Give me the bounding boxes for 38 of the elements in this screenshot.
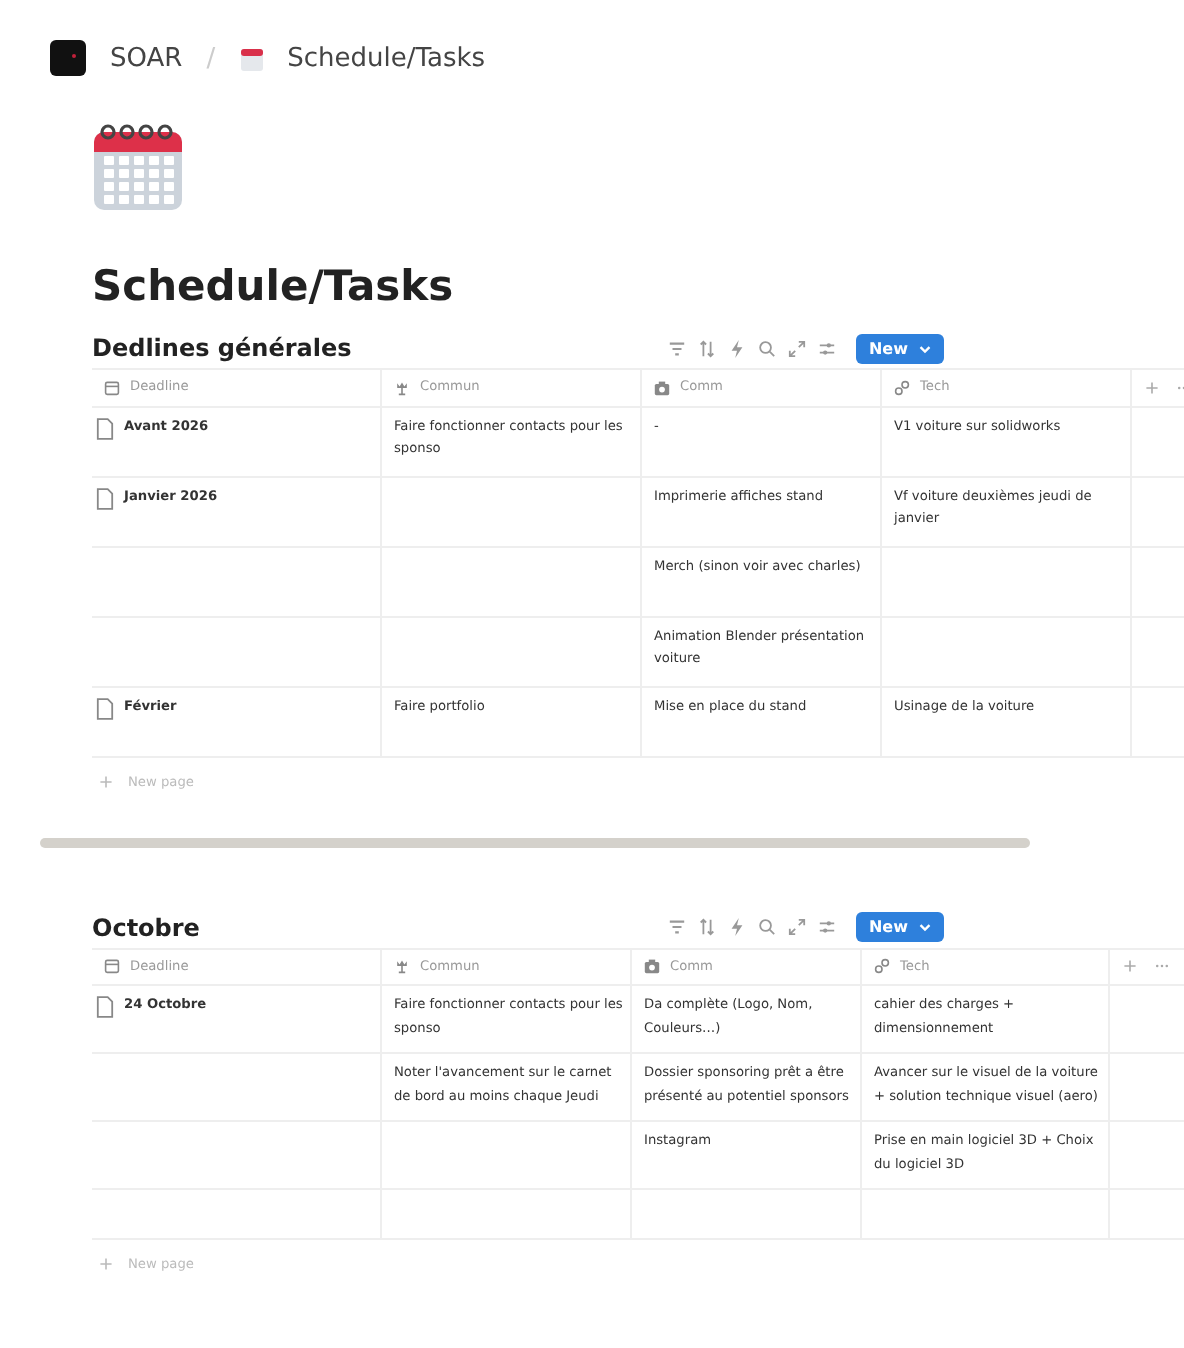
plus-icon xyxy=(98,773,114,789)
calendar-icon xyxy=(239,45,264,71)
calendar-icon xyxy=(104,379,120,396)
workspace-logo-icon xyxy=(50,40,86,76)
database-title: Dedlines générales xyxy=(92,334,352,362)
add-column-icon[interactable] xyxy=(1144,379,1160,396)
search-icon[interactable] xyxy=(758,918,777,936)
page-icon xyxy=(96,697,114,719)
sort-icon[interactable] xyxy=(698,918,717,936)
circles-icon xyxy=(874,958,890,975)
settings-icon[interactable] xyxy=(818,918,837,936)
settings-icon[interactable] xyxy=(818,339,837,357)
filter-icon[interactable] xyxy=(668,339,687,357)
breadcrumb-separator: / xyxy=(206,43,216,73)
expand-icon[interactable] xyxy=(788,339,807,357)
page-icon xyxy=(96,487,114,509)
camera-icon xyxy=(654,379,670,396)
new-button[interactable]: New xyxy=(856,333,944,363)
page-title: Schedule/Tasks xyxy=(92,260,456,312)
scrollbar[interactable] xyxy=(40,837,1030,847)
sort-icon[interactable] xyxy=(698,339,717,357)
lightning-icon[interactable] xyxy=(728,918,747,936)
plus-icon xyxy=(98,1256,114,1272)
breadcrumb-link[interactable]: Schedule/Tasks xyxy=(287,43,486,73)
filter-icon[interactable] xyxy=(668,918,687,936)
breadcrumb-link[interactable]: SOAR xyxy=(110,43,183,73)
camera-icon xyxy=(644,958,660,975)
add-column-icon[interactable] xyxy=(1122,958,1138,975)
calendar-icon xyxy=(104,958,120,975)
circles-icon xyxy=(894,379,910,396)
expand-icon[interactable] xyxy=(788,918,807,936)
new-button[interactable]: New xyxy=(856,912,944,942)
search-icon[interactable] xyxy=(758,339,777,357)
page-icon xyxy=(96,417,114,439)
calendar-icon xyxy=(92,120,184,212)
page-icon xyxy=(96,996,114,1018)
lightning-icon[interactable] xyxy=(728,339,747,357)
database-title: Octobre xyxy=(92,913,200,941)
